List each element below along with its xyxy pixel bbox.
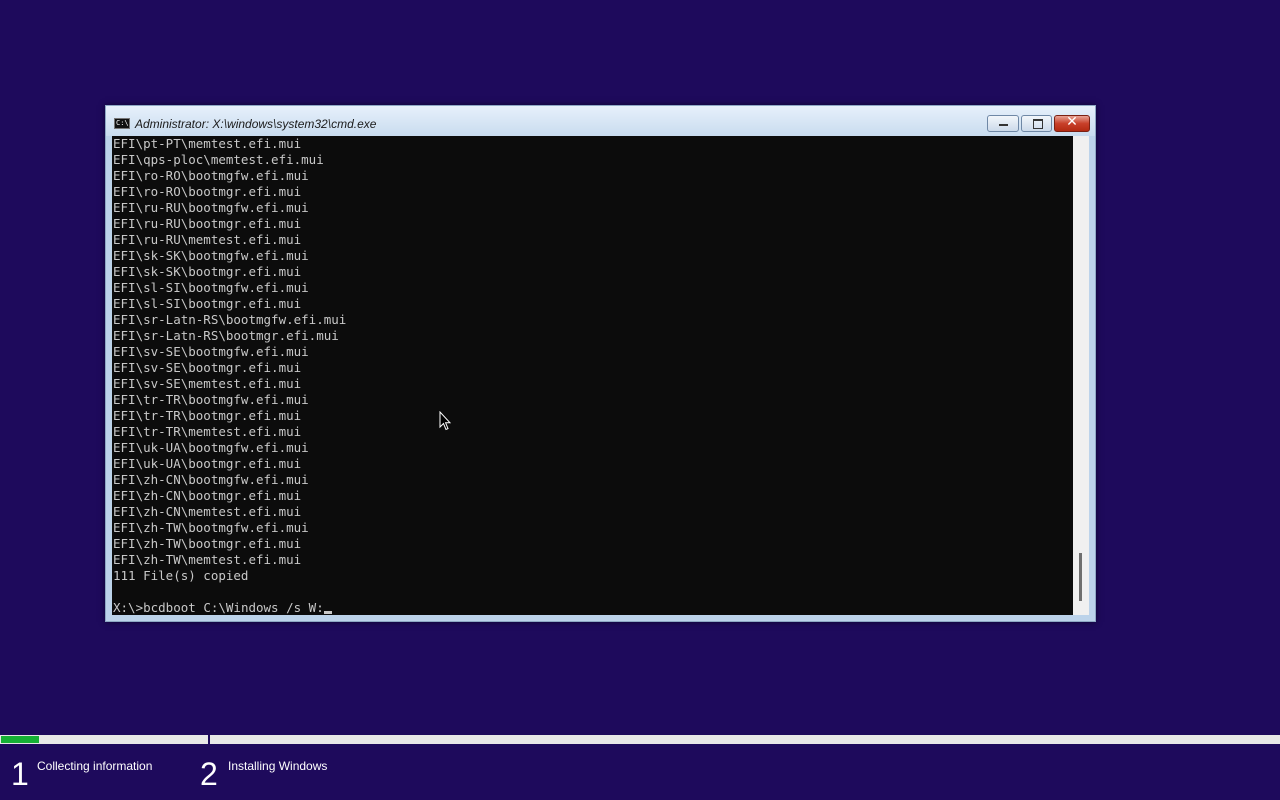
prompt: X:\> — [113, 600, 144, 615]
console-line: EFI\sk-SK\bootmgr.efi.mui — [113, 264, 302, 279]
console-lines: EFI\pt-PT\memtest.efi.mui EFI\qps-ploc\me… — [113, 136, 346, 615]
vertical-scrollbar[interactable] — [1073, 136, 1089, 615]
console-line: 111 File(s) copied — [113, 568, 249, 583]
maximize-button[interactable] — [1021, 115, 1052, 132]
console-line: EFI\sv-SE\bootmgfw.efi.mui — [113, 344, 309, 359]
console-line: EFI\tr-TR\bootmgfw.efi.mui — [113, 392, 309, 407]
console-line: EFI\sv-SE\memtest.efi.mui — [113, 376, 302, 391]
close-button[interactable]: ✕ — [1054, 114, 1090, 132]
console-line: EFI\ru-RU\bootmgfw.efi.mui — [113, 200, 309, 215]
console-line: EFI\ro-RO\bootmgr.efi.mui — [113, 184, 302, 199]
minimize-button[interactable] — [987, 115, 1019, 132]
step-2-number: 2 — [200, 756, 218, 792]
step-1-number: 1 — [11, 756, 29, 792]
minimize-icon — [999, 124, 1008, 126]
console-line: EFI\zh-CN\bootmgfw.efi.mui — [113, 472, 309, 487]
title-bar[interactable]: C:\ Administrator: X:\windows\system32\c… — [106, 106, 1095, 136]
window-title: Administrator: X:\windows\system32\cmd.e… — [135, 117, 377, 131]
console-line: EFI\zh-CN\memtest.efi.mui — [113, 504, 302, 519]
console-line: EFI\pt-PT\memtest.efi.mui — [113, 136, 302, 151]
maximize-icon — [1033, 119, 1043, 129]
console-line: EFI\sl-SI\bootmgfw.efi.mui — [113, 280, 309, 295]
step-1-label: Collecting information — [37, 759, 153, 773]
mouse-pointer-icon — [439, 411, 451, 431]
console-line: EFI\zh-CN\bootmgr.efi.mui — [113, 488, 302, 503]
console-line: EFI\zh-TW\bootmgr.efi.mui — [113, 536, 302, 551]
cmd-prompt-icon[interactable]: C:\ — [114, 118, 130, 129]
step-2-label: Installing Windows — [228, 759, 328, 773]
close-icon: ✕ — [1066, 114, 1078, 130]
text-cursor — [323, 611, 332, 614]
command-prompt-line[interactable]: X:\>bcdboot C:\Windows /s W: — [113, 600, 346, 615]
cmd-window[interactable]: C:\ Administrator: X:\windows\system32\c… — [105, 105, 1096, 622]
console-line: EFI\sr-Latn-RS\bootmgr.efi.mui — [113, 328, 339, 343]
command-input[interactable]: bcdboot C:\Windows /s W: — [143, 600, 324, 615]
console-line: EFI\tr-TR\bootmgr.efi.mui — [113, 408, 302, 423]
console-line: EFI\ro-RO\bootmgfw.efi.mui — [113, 168, 309, 183]
console-line: EFI\sk-SK\bootmgfw.efi.mui — [113, 248, 309, 263]
console-line: EFI\ru-RU\bootmgr.efi.mui — [113, 216, 302, 231]
console-line: EFI\zh-TW\bootmgfw.efi.mui — [113, 520, 309, 535]
scroll-thumb[interactable] — [1079, 553, 1082, 601]
console-line: EFI\uk-UA\bootmgfw.efi.mui — [113, 440, 309, 455]
console-line: EFI\uk-UA\bootmgr.efi.mui — [113, 456, 302, 471]
setup-progress-fill — [1, 736, 39, 743]
console-line: EFI\ru-RU\memtest.efi.mui — [113, 232, 302, 247]
console-line: EFI\sl-SI\bootmgr.efi.mui — [113, 296, 302, 311]
console-output[interactable]: EFI\pt-PT\memtest.efi.mui EFI\qps-ploc\me… — [112, 136, 1073, 615]
console-line: EFI\zh-TW\memtest.efi.mui — [113, 552, 302, 567]
console-line: EFI\sv-SE\bootmgr.efi.mui — [113, 360, 302, 375]
step-divider — [208, 735, 210, 744]
console-line: EFI\sr-Latn-RS\bootmgfw.efi.mui — [113, 312, 347, 327]
setup-progress-bar — [0, 735, 1280, 744]
console-line: EFI\tr-TR\memtest.efi.mui — [113, 424, 302, 439]
console-line: EFI\qps-ploc\memtest.efi.mui — [113, 152, 324, 167]
setup-desktop: C:\ Administrator: X:\windows\system32\c… — [0, 0, 1280, 800]
